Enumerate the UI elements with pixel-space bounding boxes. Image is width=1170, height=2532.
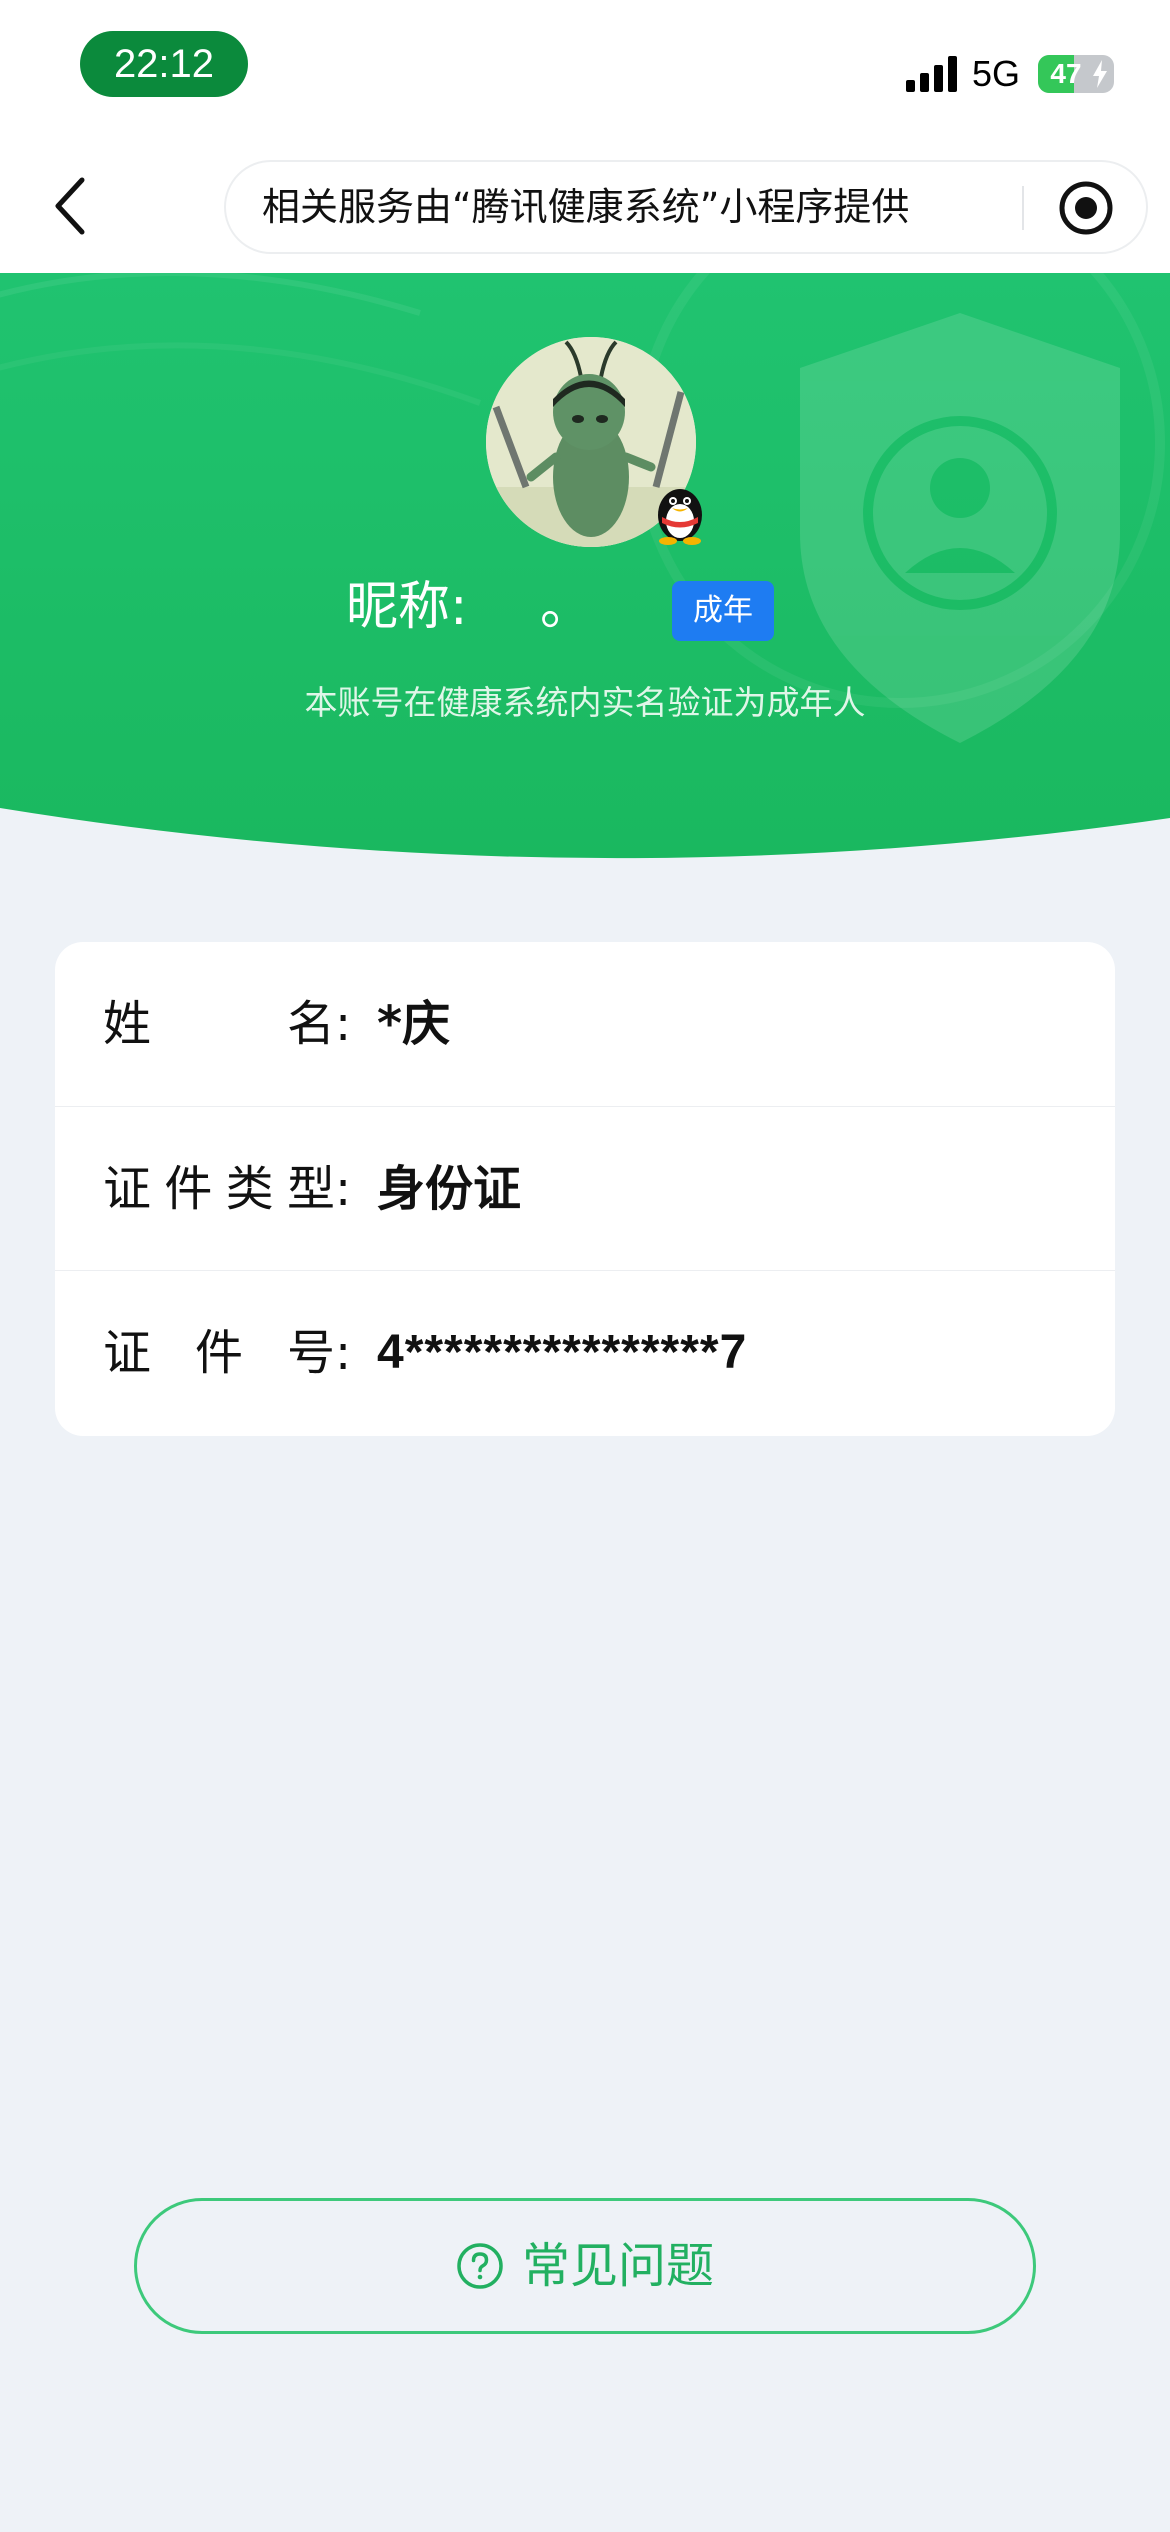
battery-level: 47 [1050, 58, 1082, 89]
network-type: 5G [972, 53, 1021, 94]
id-type-value: 身份证 [377, 1161, 522, 1217]
info-row-name: 姓名 : *庆 [55, 942, 1115, 1106]
id-number-value: 4****************7 [377, 1326, 748, 1379]
qq-penguin-icon [658, 489, 702, 545]
name-colon: : [335, 996, 352, 1052]
capsule-divider [1022, 186, 1024, 230]
back-button[interactable] [36, 170, 108, 242]
service-capsule: 相关服务由“腾讯健康系统”小程序提供 [224, 160, 1148, 254]
profile-header: 昵称: 。 成年 本账号在健康系统内实名验证为成年人 [0, 273, 1170, 873]
charging-icon [1093, 60, 1107, 88]
chevron-left-icon [55, 177, 85, 235]
faq-button-content: 常见问题 [137, 2201, 1033, 2331]
faq-label: 常见问题 [521, 2238, 714, 2294]
status-time: 22:12 [80, 31, 248, 97]
id-number-colon: : [335, 1325, 352, 1381]
faq-button[interactable]: 常见问题 [134, 2198, 1036, 2334]
verification-description: 本账号在健康系统内实名验证为成年人 [304, 683, 866, 722]
status-bar: 22:12 5G 47 [0, 0, 1170, 140]
name-label: 姓名 [103, 996, 335, 1052]
name-value: *庆 [377, 996, 451, 1052]
id-type-label: 证件类型 [103, 1161, 335, 1217]
info-row-id-type: 证件类型 : 身份证 [55, 1106, 1115, 1271]
service-provider-text: 相关服务由“腾讯健康系统”小程序提供 [262, 185, 910, 229]
signal-icon [906, 56, 957, 92]
id-type-colon: : [335, 1161, 352, 1217]
target-icon[interactable] [1056, 178, 1116, 238]
age-status-badge: 成年 [672, 581, 774, 641]
nickname-value: 。 [540, 577, 593, 637]
question-circle-icon [457, 2243, 503, 2289]
battery-indicator: 47 [1038, 55, 1114, 93]
info-row-id-number: 证件号 : 4****************7 [55, 1270, 1115, 1435]
id-number-label: 证件号 [103, 1325, 335, 1381]
navigation-bar: 相关服务由“腾讯健康系统”小程序提供 [0, 140, 1170, 273]
nickname-label: 昵称: [346, 577, 468, 637]
identity-info-card: 姓名 : *庆 证件类型 : 身份证 证件号 : 4**************… [55, 942, 1115, 1436]
